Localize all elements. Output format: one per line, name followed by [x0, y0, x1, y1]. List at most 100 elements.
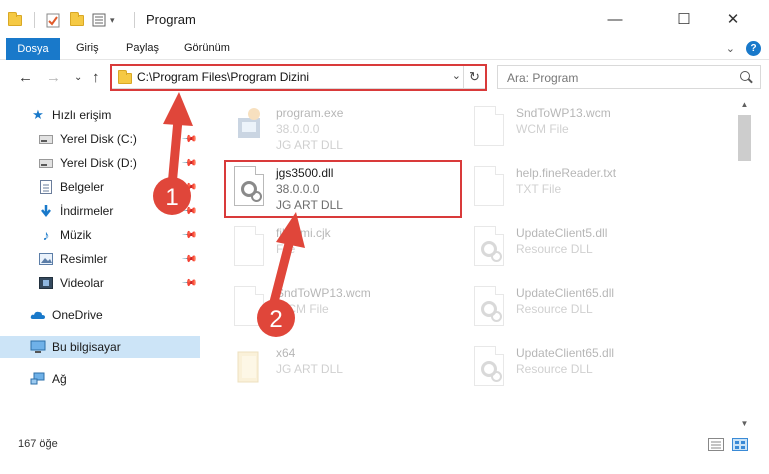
- minimize-button[interactable]: —: [592, 0, 638, 38]
- exe-file-icon: [234, 106, 268, 150]
- document-file-icon: [474, 106, 508, 150]
- sidebar-item-onedrive[interactable]: OneDrive: [0, 304, 200, 326]
- tiles-view-icon[interactable]: [732, 438, 748, 451]
- sidebar-item-this-pc[interactable]: Bu bilgisayar: [0, 336, 200, 358]
- file-item[interactable]: program.exe 38.0.0.0 JG ART DLL: [224, 100, 464, 158]
- title-divider: [134, 12, 135, 28]
- file-type: WCM File: [516, 122, 569, 136]
- file-item[interactable]: help.fineReader.txt TXT File: [464, 160, 704, 218]
- documents-icon: [38, 180, 54, 194]
- back-button[interactable]: ←: [18, 69, 33, 86]
- sidebar-item-local-disk-d[interactable]: Yerel Disk (D:) 📌: [0, 152, 200, 174]
- tab-share[interactable]: Paylaş: [126, 42, 159, 54]
- folder-icon: [234, 346, 268, 390]
- pin-icon[interactable]: 📌: [181, 227, 198, 244]
- file-item[interactable]: x64 JG ART DLL: [224, 340, 464, 398]
- file-name: UpdateClient65.dll: [516, 346, 615, 360]
- sidebar-item-label: Müzik: [60, 228, 92, 242]
- vertical-scrollbar[interactable]: ▲ ▼: [736, 96, 753, 432]
- search-placeholder: Ara: Program: [507, 71, 579, 85]
- sidebar-item-quick-access[interactable]: ★ Hızlı erişim: [0, 104, 200, 126]
- sidebar-item-label: İndirmeler: [60, 204, 114, 218]
- sidebar-item-network[interactable]: Ağ: [0, 368, 200, 390]
- sidebar-item-music[interactable]: ♪ Müzik 📌: [0, 224, 200, 246]
- dll-file-icon: [474, 286, 508, 330]
- file-name: x64: [276, 346, 296, 360]
- toolbar-divider: [34, 12, 35, 28]
- sidebar-item-local-disk-c[interactable]: Yerel Disk (C:) 📌: [0, 128, 200, 150]
- pin-icon[interactable]: 📌: [181, 251, 198, 268]
- close-button[interactable]: ✕: [710, 0, 756, 38]
- file-version: 38.0.0.0: [276, 122, 320, 136]
- scroll-up-icon[interactable]: ▲: [736, 96, 753, 113]
- sidebar-item-documents[interactable]: Belgeler 📌: [0, 176, 200, 198]
- onedrive-icon: [30, 308, 46, 322]
- expand-ribbon-icon[interactable]: ⌄: [726, 42, 735, 55]
- file-name: help.fineReader.txt: [516, 166, 617, 180]
- up-button[interactable]: ↑: [92, 69, 100, 86]
- maximize-button[interactable]: ☐: [661, 0, 707, 38]
- tab-view[interactable]: Görünüm: [184, 42, 230, 54]
- pictures-icon: [38, 252, 54, 266]
- dll-file-icon: [474, 346, 508, 390]
- sidebar-item-label: Yerel Disk (D:): [60, 156, 137, 170]
- document-file-icon: [234, 286, 268, 330]
- new-folder-icon[interactable]: [70, 11, 84, 29]
- address-path[interactable]: C:\Program Files\Program Dizini: [137, 70, 309, 84]
- view-options-icon[interactable]: [92, 11, 106, 29]
- file-type: Resource DLL: [516, 302, 593, 316]
- sidebar-item-label: OneDrive: [52, 308, 103, 322]
- refresh-button[interactable]: ↻: [463, 66, 485, 88]
- file-name: SndToWP13.wcm: [516, 106, 611, 120]
- sidebar-item-label: Bu bilgisayar: [52, 340, 121, 354]
- computer-icon: [30, 340, 46, 354]
- sidebar-item-label: Belgeler: [60, 180, 105, 194]
- scroll-down-icon[interactable]: ▼: [736, 415, 753, 432]
- forward-button[interactable]: →: [46, 69, 61, 86]
- sidebar-item-label: Resimler: [60, 252, 108, 266]
- file-item[interactable]: SndToWP13.wcm WCM File: [224, 280, 464, 338]
- pin-icon[interactable]: 📌: [181, 155, 198, 172]
- tab-home[interactable]: Giriş: [76, 42, 99, 54]
- address-dropdown-icon[interactable]: ⌄: [452, 69, 461, 82]
- selected-file-highlight-box: [224, 160, 462, 218]
- item-count: 167 öğe: [18, 438, 58, 450]
- file-item[interactable]: UpdateClient5.dll Resource DLL: [464, 220, 704, 278]
- sidebar-item-videos[interactable]: Videolar 📌: [0, 272, 200, 294]
- address-bar[interactable]: C:\Program Files\Program Dizini ⌄ ↻: [110, 65, 486, 89]
- drive-icon: [38, 156, 54, 170]
- tab-file[interactable]: Dosya: [6, 38, 60, 60]
- file-description: JG ART DLL: [276, 362, 343, 376]
- help-icon[interactable]: ?: [746, 41, 761, 56]
- folder-icon: [118, 70, 132, 84]
- pin-icon[interactable]: 📌: [181, 131, 198, 148]
- properties-icon[interactable]: [46, 11, 60, 29]
- file-name: program.exe: [276, 106, 344, 120]
- pin-icon[interactable]: 📌: [181, 179, 198, 196]
- drive-icon: [38, 132, 54, 146]
- sidebar-item-downloads[interactable]: İndirmeler 📌: [0, 200, 200, 222]
- search-icon: [740, 71, 750, 81]
- scrollbar-thumb[interactable]: [738, 115, 751, 161]
- recent-locations-button[interactable]: ⌄: [74, 72, 82, 83]
- search-input[interactable]: Ara: Program: [497, 65, 761, 89]
- file-item[interactable]: UpdateClient65.dll Resource DLL: [464, 280, 704, 338]
- ribbon: Dosya Giriş Paylaş Görünüm ⌄ ?: [0, 38, 769, 60]
- file-name: fileNmi.cjk: [276, 226, 331, 240]
- window-title: Program: [146, 12, 196, 27]
- details-view-icon[interactable]: [708, 438, 724, 451]
- file-item[interactable]: fileNmi.cjk File: [224, 220, 464, 278]
- pin-icon[interactable]: 📌: [181, 275, 198, 292]
- pin-icon[interactable]: 📌: [181, 203, 198, 220]
- dll-file-icon: [474, 226, 508, 270]
- file-type: File: [276, 242, 296, 256]
- file-item[interactable]: UpdateClient65.dll Resource DLL: [464, 340, 704, 398]
- document-file-icon: [474, 166, 508, 210]
- file-type: TXT File: [516, 182, 562, 196]
- sidebar-item-pictures[interactable]: Resimler 📌: [0, 248, 200, 270]
- file-type: WCM File: [276, 302, 329, 316]
- file-name: UpdateClient65.dll: [516, 286, 615, 300]
- file-type: Resource DLL: [516, 362, 593, 376]
- file-item[interactable]: SndToWP13.wcm WCM File: [464, 100, 704, 158]
- customize-toolbar-icon[interactable]: ▾: [110, 11, 115, 29]
